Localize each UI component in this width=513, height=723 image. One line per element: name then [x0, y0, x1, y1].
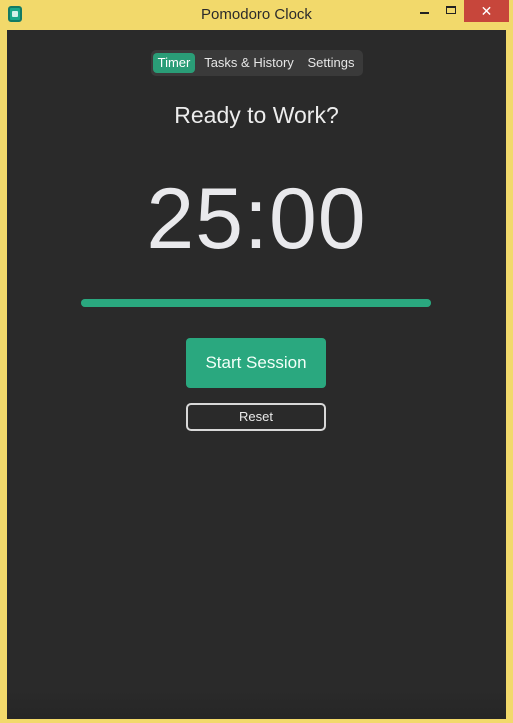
progress-fill: [81, 299, 431, 307]
close-button[interactable]: ✕: [464, 0, 509, 22]
minimize-button[interactable]: [412, 0, 438, 22]
maximize-icon: [446, 6, 456, 14]
maximize-button[interactable]: [438, 0, 464, 22]
reset-button[interactable]: Reset: [186, 403, 326, 431]
tab-settings[interactable]: Settings: [303, 53, 359, 73]
panel-footer: [7, 689, 506, 719]
tab-timer[interactable]: Timer: [153, 53, 195, 73]
main-panel: Timer Tasks & History Settings Ready to …: [7, 30, 506, 719]
minimize-icon: [420, 12, 429, 14]
countdown-display: 25:00: [146, 171, 367, 267]
start-session-button[interactable]: Start Session: [186, 338, 326, 388]
tab-tasks-history[interactable]: Tasks & History: [199, 53, 299, 73]
title-bar[interactable]: Pomodoro Clock ✕: [0, 0, 513, 30]
tab-bar: Timer Tasks & History Settings: [151, 50, 363, 76]
app-window: Pomodoro Clock ✕ Timer Tasks & History S…: [0, 0, 513, 723]
status-heading: Ready to Work?: [174, 102, 339, 128]
close-icon: ✕: [480, 3, 493, 19]
progress-bar: [81, 299, 431, 307]
